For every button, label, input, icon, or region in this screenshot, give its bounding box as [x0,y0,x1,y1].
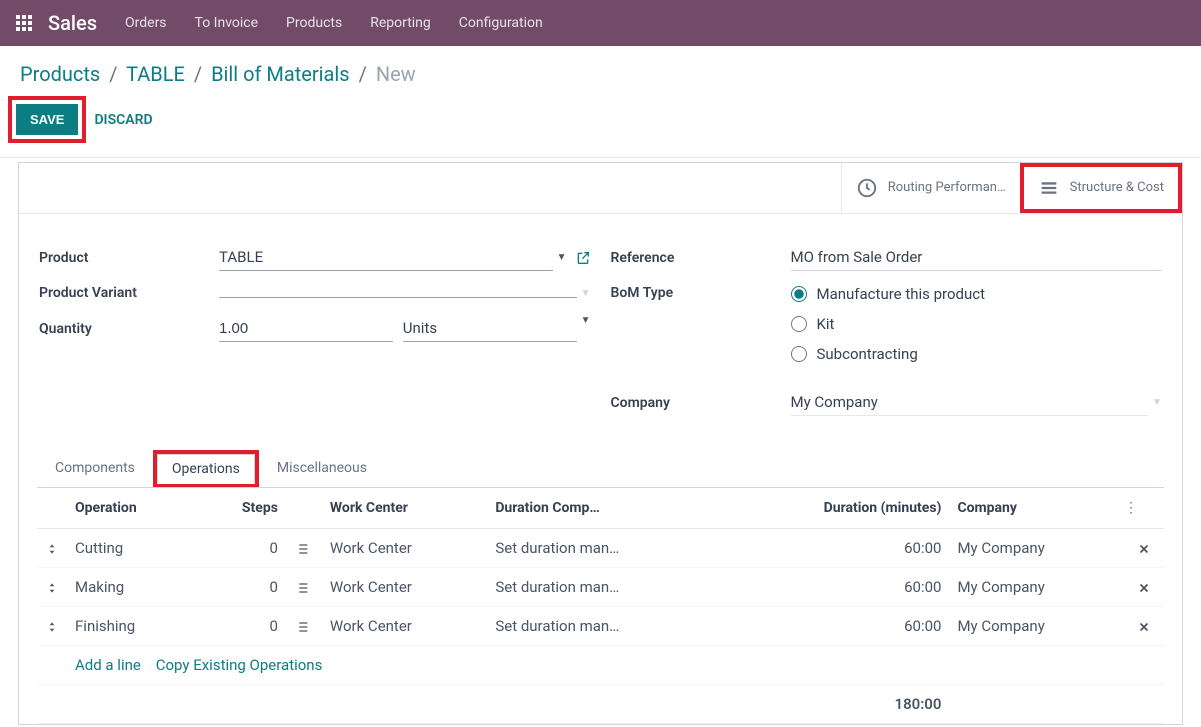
steps-list-icon[interactable] [286,568,322,607]
cell-operation[interactable]: Cutting [67,529,198,568]
table-row[interactable]: Finishing0 Work CenterSet duration man…60… [37,607,1164,646]
cell-company[interactable]: My Company [949,607,1124,646]
highlight-save: SAVE [8,96,86,143]
list-icon [1038,177,1060,199]
top-nav: Sales Orders To Invoice Products Reporti… [0,0,1201,46]
nav-configuration[interactable]: Configuration [459,15,543,31]
cell-steps[interactable]: 0 [198,568,286,607]
structure-cost-button[interactable]: Structure & Cost [1020,163,1182,213]
breadcrumb-table[interactable]: TABLE [126,62,185,86]
nav-orders[interactable]: Orders [125,15,167,31]
nav-products[interactable]: Products [286,15,342,31]
steps-list-icon[interactable] [286,607,322,646]
app-brand[interactable]: Sales [48,11,97,35]
table-row[interactable]: Making0 Work CenterSet duration man…60:00… [37,568,1164,607]
reference-field[interactable]: MO from Sale Order [791,244,1163,271]
delete-row-icon[interactable] [1124,607,1164,646]
col-duration-min: Duration (minutes) [724,488,950,529]
quantity-unit-field[interactable]: Units [403,315,577,342]
cell-work-center[interactable]: Work Center [322,529,487,568]
product-field[interactable]: TABLE [219,244,553,271]
nav-to-invoice[interactable]: To Invoice [195,15,259,31]
breadcrumb: Products / TABLE / Bill of Materials / N… [20,62,1181,86]
drag-handle-icon[interactable] [37,568,67,607]
bom-type-radio-group: Manufacture this product Kit Subcontract… [791,285,1163,375]
col-duration-comp: Duration Comp… [487,488,723,529]
kebab-icon[interactable]: ⋮ [1124,500,1138,516]
drag-handle-icon[interactable] [37,607,67,646]
breadcrumb-products[interactable]: Products [20,62,100,86]
delete-row-icon[interactable] [1124,568,1164,607]
form-sheet: Routing Performan… Structure & Cost Prod… [18,162,1183,725]
form-body: Product TABLE ▼ Product Variant ▼ Quanti… [19,214,1182,440]
tab-components[interactable]: Components [37,450,153,487]
col-work-center: Work Center [322,488,487,529]
clock-icon [856,177,878,199]
col-steps: Steps [198,488,286,529]
radio-kit[interactable]: Kit [791,315,1163,333]
company-label: Company [611,395,791,411]
highlight-operations-tab: Operations [153,450,259,487]
breadcrumb-bom[interactable]: Bill of Materials [211,62,350,86]
total-duration: 180:00 [724,685,950,724]
caret-down-icon[interactable]: ▼ [581,315,591,342]
cell-operation[interactable]: Finishing [67,607,198,646]
reference-label: Reference [611,250,791,266]
company-field[interactable]: My Company [791,389,1149,416]
discard-button[interactable]: DISCARD [94,112,152,128]
breadcrumb-current: New [376,62,416,86]
cell-operation[interactable]: Making [67,568,198,607]
stat-bar: Routing Performan… Structure & Cost [19,163,1182,214]
quantity-field[interactable] [219,315,393,342]
cell-company[interactable]: My Company [949,529,1124,568]
table-row[interactable]: Cutting0 Work CenterSet duration man…60:0… [37,529,1164,568]
external-link-icon[interactable] [575,249,591,265]
apps-icon[interactable] [16,15,32,31]
delete-row-icon[interactable] [1124,529,1164,568]
drag-handle-icon[interactable] [37,529,67,568]
cell-company[interactable]: My Company [949,568,1124,607]
bom-type-label: BoM Type [611,285,791,301]
tab-operations[interactable]: Operations [157,454,255,484]
cell-duration-min[interactable]: 60:00 [724,529,950,568]
routing-performance-button[interactable]: Routing Performan… [841,163,1020,213]
cell-steps[interactable]: 0 [198,529,286,568]
cell-duration-comp[interactable]: Set duration man… [487,607,723,646]
action-row: SAVE DISCARD [0,90,1201,158]
operations-grid: Operation Steps Work Center Duration Com… [37,488,1164,724]
caret-down-icon[interactable]: ▼ [1152,397,1162,408]
save-button[interactable]: SAVE [16,104,78,135]
quantity-label: Quantity [39,321,219,337]
add-line-link[interactable]: Add a line [75,656,141,674]
cell-duration-comp[interactable]: Set duration man… [487,568,723,607]
cell-duration-min[interactable]: 60:00 [724,607,950,646]
cell-duration-min[interactable]: 60:00 [724,568,950,607]
cell-work-center[interactable]: Work Center [322,568,487,607]
variant-label: Product Variant [39,285,219,301]
col-company: Company [949,488,1124,529]
steps-list-icon[interactable] [286,529,322,568]
cell-work-center[interactable]: Work Center [322,607,487,646]
nav-reporting[interactable]: Reporting [370,15,431,31]
variant-field[interactable] [219,289,577,298]
radio-subcontracting[interactable]: Subcontracting [791,345,1163,363]
copy-operations-link[interactable]: Copy Existing Operations [156,656,323,674]
caret-down-icon[interactable]: ▼ [557,252,567,263]
cell-steps[interactable]: 0 [198,607,286,646]
tab-miscellaneous[interactable]: Miscellaneous [259,450,385,487]
col-operation: Operation [67,488,198,529]
radio-manufacture[interactable]: Manufacture this product [791,285,1163,303]
cell-duration-comp[interactable]: Set duration man… [487,529,723,568]
tabs: Components Operations Miscellaneous [37,450,1164,488]
breadcrumb-row: Products / TABLE / Bill of Materials / N… [0,46,1201,90]
caret-down-icon[interactable]: ▼ [581,288,591,299]
product-label: Product [39,250,219,266]
